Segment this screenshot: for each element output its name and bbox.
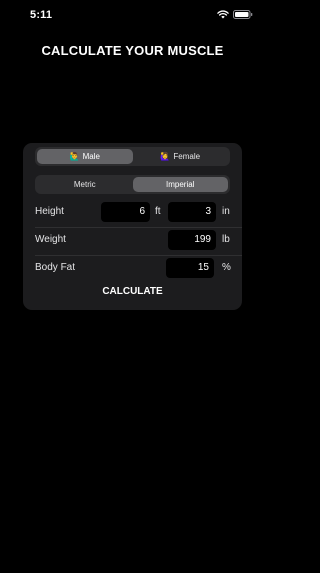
gender-option-male[interactable]: 🙋‍♂️ Male	[37, 149, 133, 164]
height-feet-input[interactable]: 6	[101, 202, 150, 222]
body-fat-input[interactable]: 15	[166, 258, 214, 278]
gender-option-female[interactable]: 🙋‍♀️ Female	[133, 149, 229, 164]
weight-unit: lb	[222, 234, 230, 245]
body-fat-label: Body Fat	[35, 262, 76, 273]
weight-label: Weight	[35, 234, 66, 245]
height-inches-unit: in	[222, 206, 230, 217]
calculate-button[interactable]: CALCULATE	[23, 286, 242, 297]
gender-option-label: Male	[82, 152, 100, 161]
weight-row: Weight 199 lb	[35, 228, 231, 253]
calculator-card: 🙋‍♂️ Male 🙋‍♀️ Female Metric Imperial He…	[23, 143, 242, 310]
units-option-metric[interactable]: Metric	[37, 177, 133, 192]
status-time: 5:11	[30, 9, 53, 21]
height-inches-input[interactable]: 3	[168, 202, 216, 222]
gender-option-label: Female	[173, 152, 201, 161]
page-title: CALCULATE YOUR MUSCLE	[41, 43, 224, 58]
male-person-icon: 🙋‍♂️	[69, 151, 80, 161]
status-icons	[217, 10, 253, 19]
female-person-icon: 🙋‍♀️	[160, 151, 171, 161]
height-label: Height	[35, 206, 64, 217]
body-fat-unit: %	[222, 262, 231, 273]
units-option-label: Metric	[73, 180, 96, 189]
units-segmented-control: Metric Imperial	[35, 175, 230, 194]
wifi-icon	[217, 10, 229, 19]
status-bar: 5:11	[0, 0, 265, 32]
height-feet-unit: ft	[155, 206, 161, 217]
units-option-imperial[interactable]: Imperial	[132, 177, 228, 192]
units-option-label: Imperial	[166, 180, 195, 189]
weight-input[interactable]: 199	[168, 230, 216, 250]
body-fat-row: Body Fat 15 %	[35, 256, 231, 281]
battery-icon	[233, 10, 253, 19]
gender-segmented-control: 🙋‍♂️ Male 🙋‍♀️ Female	[35, 147, 230, 166]
height-row: Height 6 ft 3 in	[35, 200, 231, 225]
